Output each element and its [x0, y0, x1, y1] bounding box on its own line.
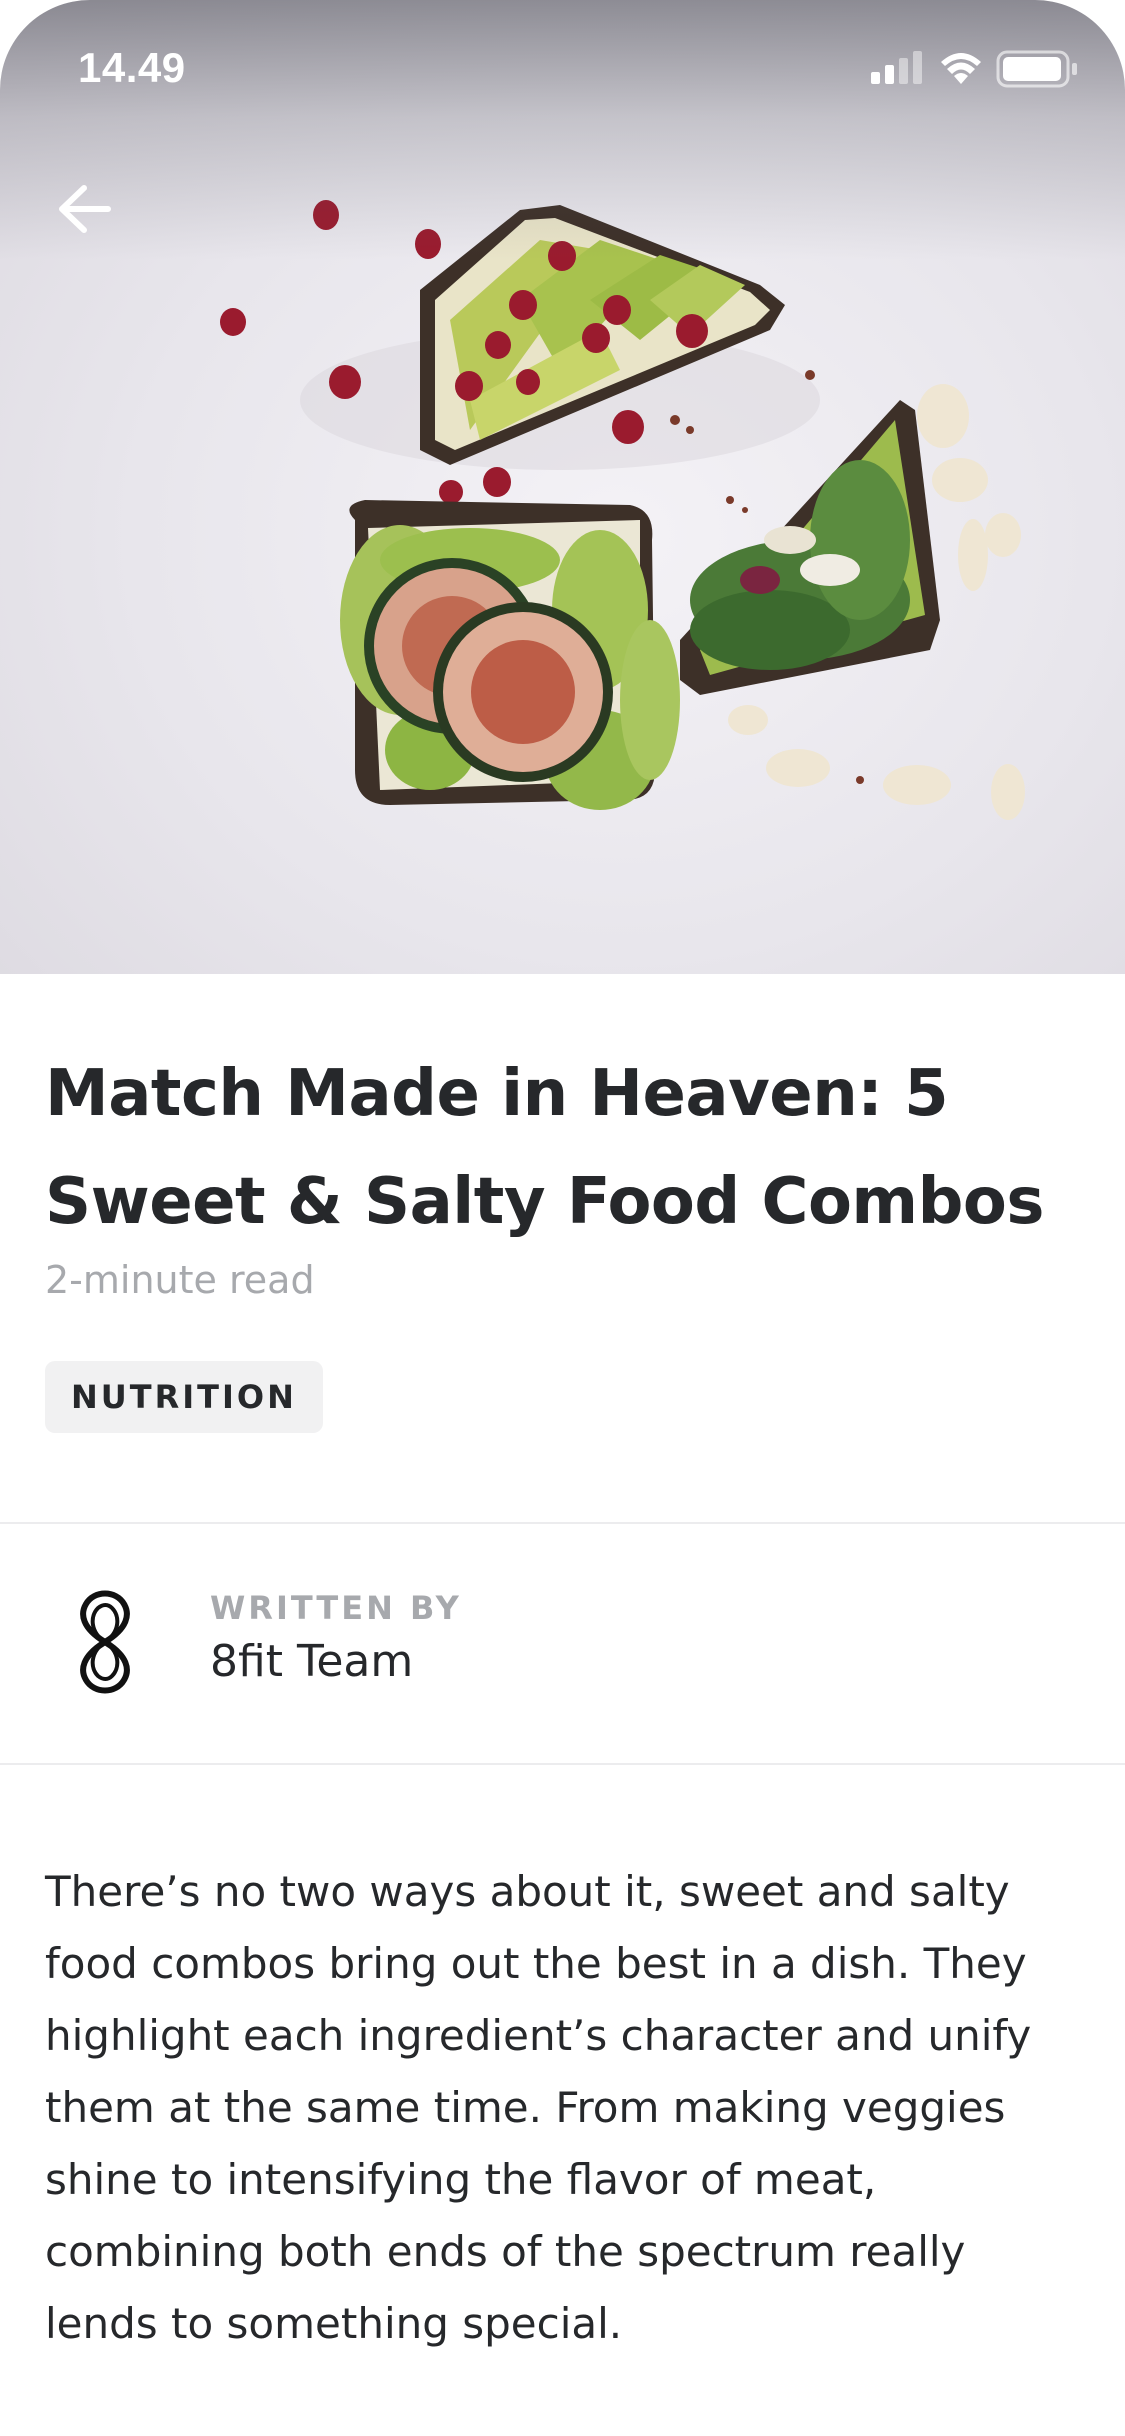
author-name[interactable]: 8fit Team [210, 1636, 413, 1687]
battery-icon [996, 50, 1077, 88]
back-button[interactable] [56, 184, 136, 264]
arrow-left-icon [59, 185, 111, 233]
divider-top [0, 1522, 1125, 1524]
wifi-icon [941, 53, 981, 84]
8fit-logo-icon [80, 1590, 130, 1694]
article-title: Match Made in Heaven: 5 Sweet & Salty Fo… [45, 1057, 1044, 1239]
status-time: 14.49 [78, 44, 186, 91]
article-paragraph: There’s no two ways about it, sweet and … [45, 1867, 1032, 2348]
hero-image: 14.49 [0, 0, 1125, 974]
toast-fig [340, 500, 680, 810]
article-screen: 14.49 Match Made in Heaven: 5 Sweet & Sa… [0, 0, 1125, 2436]
written-by-label: WRITTEN BY [210, 1589, 462, 1627]
category-tag[interactable]: NUTRITION [45, 1361, 323, 1433]
read-time: 2-minute read [45, 1258, 315, 1302]
status-icons [871, 48, 1081, 92]
status-bar: 14.49 [0, 0, 1125, 132]
signal-icon [871, 51, 922, 84]
divider-bottom [0, 1763, 1125, 1765]
